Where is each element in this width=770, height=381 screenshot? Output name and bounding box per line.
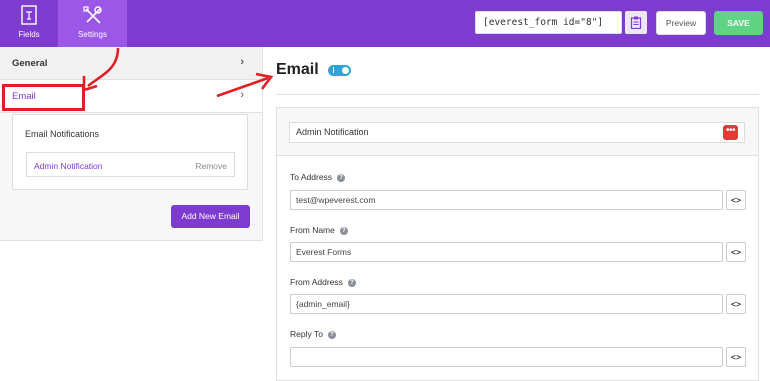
- annotation-arrow-to-email-tab: [82, 47, 120, 92]
- annotation-arrow-to-email-title: [216, 72, 274, 98]
- annotation-arrows: [82, 47, 274, 98]
